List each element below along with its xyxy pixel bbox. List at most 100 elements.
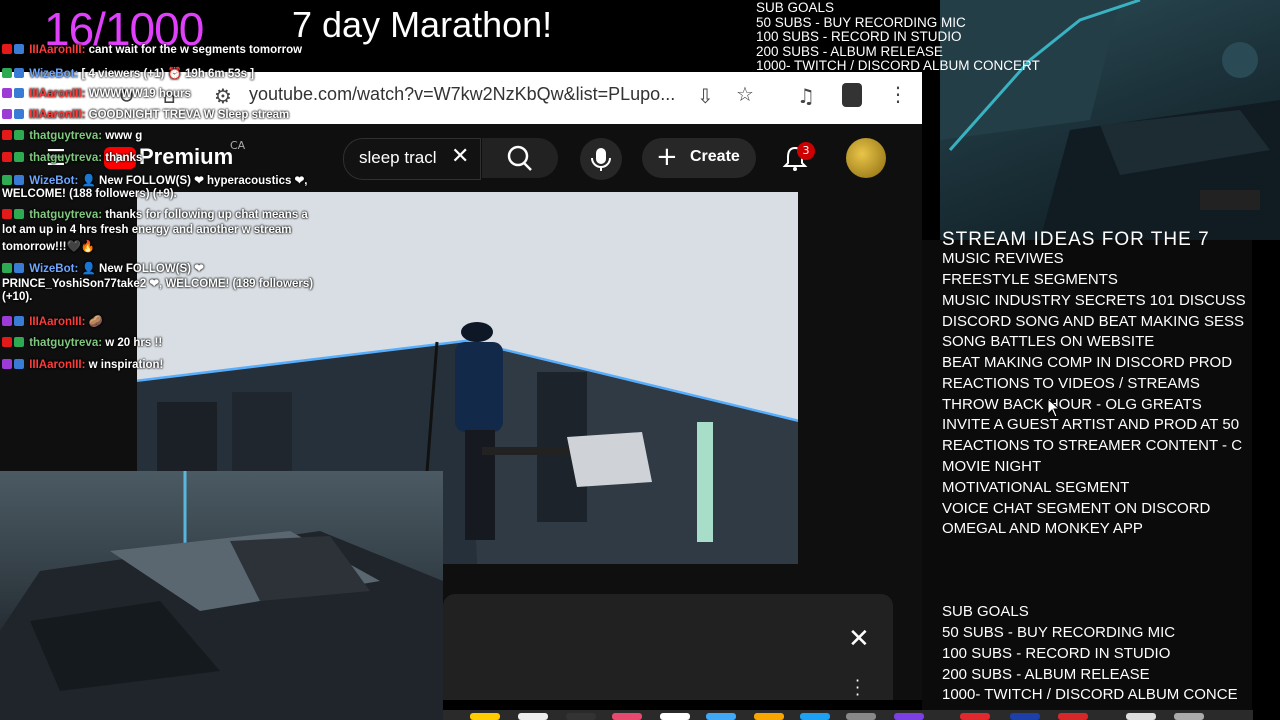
- dock-app-icon[interactable]: [706, 713, 736, 720]
- dock-app-icon[interactable]: [754, 713, 784, 720]
- idea-item: MUSIC REVIWES: [942, 250, 1064, 267]
- chat-message: WizeBot: 👤 New FOLLOW(S) ❤ hyperacoustic…: [2, 173, 307, 187]
- chat-text: 👤 New FOLLOW(S) ❤: [81, 263, 204, 275]
- chat-text: 🥔: [88, 316, 103, 328]
- goal-item: 1000- TWITCH / DISCORD ALBUM CONCE: [942, 686, 1238, 703]
- close-panel-icon[interactable]: ✕: [848, 624, 870, 654]
- dock-app-icon[interactable]: [470, 713, 500, 720]
- idea-item: THROW BACK HOUR - OLG GREATS: [942, 396, 1202, 413]
- bot-badge-icon: [2, 263, 12, 273]
- dock-app-icon[interactable]: [1126, 713, 1156, 720]
- idea-item: MOTIVATIONAL SEGMENT: [942, 479, 1130, 496]
- site-settings-icon[interactable]: ⚙: [214, 84, 232, 108]
- chat-text: www g: [105, 130, 143, 142]
- chat-username: WizeBot:: [29, 263, 79, 275]
- mod-badge-icon: [14, 337, 24, 347]
- goal-item: 200 SUBS - ALBUM RELEASE: [942, 666, 1150, 683]
- sub-badge-icon: [2, 109, 12, 119]
- broadcaster-badge-icon: [2, 152, 12, 162]
- account-avatar[interactable]: [846, 138, 886, 178]
- idea-item: MOVIE NIGHT: [942, 458, 1042, 475]
- chat-message: IIIAaronIII: 🥔: [2, 314, 103, 328]
- verified-badge-icon: [14, 263, 24, 273]
- dock-app-icon[interactable]: [1010, 713, 1040, 720]
- goal-line: 50 SUBS - BUY RECORDING MIC: [756, 14, 966, 30]
- youtube-premium-label[interactable]: Premium: [139, 144, 233, 170]
- media-controls-icon[interactable]: ♫: [797, 84, 815, 108]
- country-code: CA: [230, 139, 246, 152]
- chat-username: thatguytreva:: [29, 130, 103, 142]
- chat-username: IIIAaronIII:: [29, 316, 86, 328]
- goal-item: 50 SUBS - BUY RECORDING MIC: [942, 624, 1176, 641]
- dock-app-icon[interactable]: [846, 713, 876, 720]
- chat-text: cant wait for the w segments tomorrow: [88, 44, 303, 56]
- chat-message-cont: (+10).: [2, 291, 33, 303]
- chat-username: IIIAaronIII:: [29, 109, 86, 121]
- dock-app-icon[interactable]: [1174, 713, 1204, 720]
- idea-item: DISCORD SONG AND BEAT MAKING SESS: [942, 313, 1245, 330]
- chat-username: WizeBot:: [29, 68, 79, 80]
- more-options-icon[interactable]: · · ·: [855, 673, 860, 703]
- create-label[interactable]: Create: [690, 148, 740, 166]
- idea-item: REACTIONS TO STREAMER CONTENT - C: [942, 437, 1243, 454]
- notification-count-badge: 3: [797, 142, 815, 160]
- dock-app-icon[interactable]: [612, 713, 642, 720]
- top-sub-goals: SUB GOALS 50 SUBS - BUY RECORDING MIC 10…: [756, 0, 1040, 74]
- goal-line: 200 SUBS - ALBUM RELEASE: [756, 43, 943, 59]
- dock-app-icon[interactable]: [960, 713, 990, 720]
- mouse-cursor-icon: [1047, 398, 1061, 418]
- verified-badge-icon: [14, 44, 24, 54]
- dock-app-icon[interactable]: [518, 713, 548, 720]
- chat-message-cont: WELCOME! (188 followers) (+9).: [2, 188, 177, 200]
- dock-app-icon[interactable]: [566, 713, 596, 720]
- broadcaster-badge-icon: [2, 130, 12, 140]
- stream-ideas-heading: STREAM IDEAS FOR THE 7: [942, 229, 1210, 245]
- chat-username: thatguytreva:: [29, 209, 103, 221]
- clear-search-icon[interactable]: ✕: [451, 144, 469, 169]
- marathon-title: 7 day Marathon!: [292, 4, 553, 45]
- dock-app-icon[interactable]: [660, 713, 690, 720]
- chat-message: thatguytreva: thanks for following up ch…: [2, 209, 308, 221]
- chat-message-cont: tomorrow!!!🖤🔥: [2, 241, 96, 253]
- chat-username: WizeBot:: [29, 175, 79, 187]
- idea-item: INVITE A GUEST ARTIST AND PROD AT 50: [942, 416, 1240, 433]
- verified-badge-icon: [14, 68, 24, 78]
- sub-badge-icon: [2, 88, 12, 98]
- microphone-icon: [591, 148, 611, 171]
- chat-message: WizeBot: 👤 New FOLLOW(S) ❤: [2, 261, 204, 275]
- goal-line: SUB GOALS: [756, 0, 835, 15]
- voice-search-button[interactable]: [580, 138, 622, 180]
- goal-item: SUB GOALS: [942, 603, 1029, 620]
- idea-item: MUSIC INDUSTRY SECRETS 101 DISCUSS: [942, 292, 1246, 309]
- dock-app-icon[interactable]: [894, 713, 924, 720]
- sub-badge-icon: [2, 359, 12, 369]
- chat-message: thatguytreva: w 20 hrs !!: [2, 337, 162, 349]
- chat-message: thatguytreva: www g: [2, 130, 142, 142]
- chat-message: WizeBot: [ 4 viewers (+1) ⏰ 19h 6m 53s ]: [2, 66, 254, 80]
- search-input[interactable]: sleep tracl: [359, 148, 447, 168]
- goal-line: 100 SUBS - RECORD IN STUDIO: [756, 29, 962, 44]
- idea-item: BEAT MAKING COMP IN DISCORD PROD: [942, 354, 1233, 371]
- chat-username: IIIAaronIII:: [29, 88, 86, 100]
- more-vert-icon[interactable]: ⋮: [888, 82, 908, 106]
- search-button[interactable]: [482, 138, 558, 178]
- goal-line: 1000- TWITCH / DISCORD ALBUM CONCERT: [756, 58, 1040, 73]
- chat-message: IIIAaronIII: GOODNIGHT TREVA W Sleep str…: [2, 109, 289, 121]
- miniplayer-panel: [443, 594, 893, 700]
- verified-badge-icon: [14, 316, 24, 326]
- install-app-icon[interactable]: ⇩: [697, 84, 714, 108]
- url-text[interactable]: youtube.com/watch?v=W7kw2NzKbQw&list=PLu…: [249, 84, 675, 105]
- chat-message: thatguytreva: thanks: [2, 152, 142, 164]
- dock-app-icon[interactable]: [1058, 713, 1088, 720]
- bot-badge-icon: [2, 175, 12, 185]
- chat-text: thanks for following up chat means a: [105, 209, 308, 221]
- idea-item: SONG BATTLES ON WEBSITE: [942, 333, 1155, 350]
- chat-text: WWWWW19 hours: [88, 88, 191, 100]
- chat-text: [ 4 viewers (+1) ⏰ 19h 6m 53s ]: [81, 68, 255, 80]
- bookmark-star-icon[interactable]: ☆: [736, 82, 754, 106]
- chat-text: w inspiration!: [88, 359, 164, 371]
- dock-app-icon[interactable]: [800, 713, 830, 720]
- profile-icon[interactable]: [842, 83, 862, 107]
- broadcaster-badge-icon: [2, 209, 12, 219]
- idea-item: VOICE CHAT SEGMENT ON DISCORD: [942, 500, 1211, 517]
